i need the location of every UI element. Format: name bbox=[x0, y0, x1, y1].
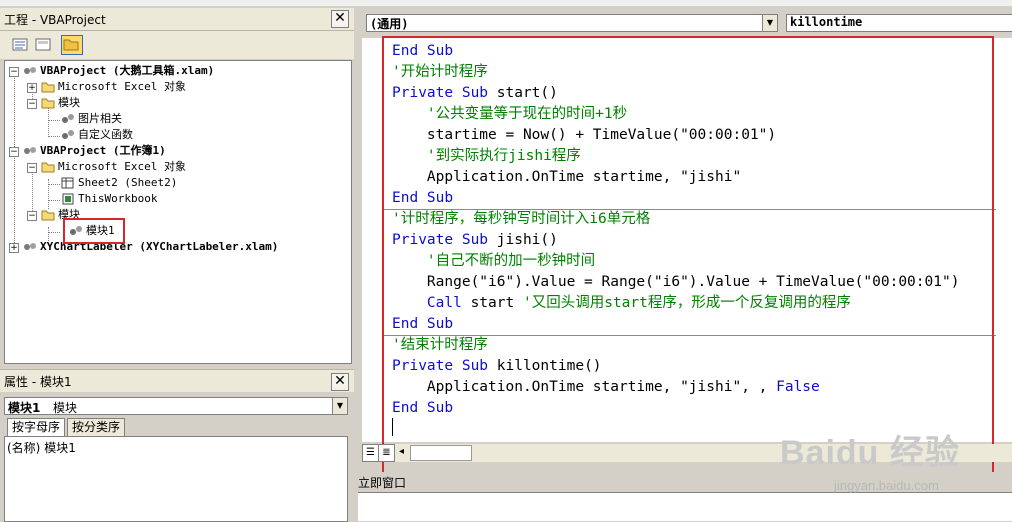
chevron-down-icon[interactable]: ▼ bbox=[332, 398, 347, 414]
tree-node-sheet[interactable]: Sheet2 (Sheet2) bbox=[61, 175, 177, 191]
menu-toolbar-strip bbox=[0, 0, 1012, 6]
module1-highlight-box bbox=[63, 218, 125, 244]
folder-open-icon bbox=[41, 210, 55, 221]
expand-toggle[interactable]: + bbox=[27, 83, 37, 93]
tree-node-project[interactable]: XYChartLabeler (XYChartLabeler.xlam) bbox=[23, 239, 278, 255]
module-icon bbox=[62, 114, 74, 123]
collapse-toggle[interactable]: − bbox=[9, 147, 19, 157]
tree-node-folder[interactable]: 模块 bbox=[41, 95, 80, 111]
full-module-view-button[interactable]: ≣ bbox=[378, 444, 395, 462]
project-tree: − VBAProject (大鹅工具箱.xlam) + Microsoft Ex… bbox=[4, 60, 352, 364]
tree-node-module[interactable]: 自定义函数 bbox=[61, 127, 133, 143]
module-icon bbox=[62, 130, 74, 139]
tab-alphabetic[interactable]: 按字母序 bbox=[7, 418, 66, 436]
collapse-toggle[interactable]: − bbox=[27, 163, 37, 173]
vba-project-icon bbox=[24, 147, 36, 154]
view-object-button[interactable] bbox=[33, 36, 55, 56]
close-icon[interactable]: ✕ bbox=[331, 373, 349, 391]
collapse-toggle[interactable]: − bbox=[9, 67, 19, 77]
procedure-combo[interactable]: killontime bbox=[786, 14, 1012, 32]
properties-panel-title: 属性 - 模块1 bbox=[4, 375, 72, 389]
properties-grid: (名称) 模块1 bbox=[4, 436, 348, 522]
view-code-button[interactable] bbox=[10, 36, 32, 56]
code-window-header: (通用) ▼ killontime bbox=[358, 8, 1012, 38]
folder-icon bbox=[41, 82, 55, 93]
vba-project-icon bbox=[24, 243, 36, 250]
scroll-thumb[interactable] bbox=[410, 445, 472, 461]
expand-toggle[interactable]: + bbox=[9, 243, 19, 253]
project-panel-titlebar: 工程 - VBAProject ✕ bbox=[0, 8, 354, 31]
collapse-toggle[interactable]: − bbox=[27, 99, 37, 109]
folder-open-icon bbox=[41, 162, 55, 173]
project-panel-title: 工程 - VBAProject bbox=[4, 13, 106, 27]
view-object-icon bbox=[35, 38, 51, 51]
tree-node-workbook[interactable]: ThisWorkbook bbox=[61, 191, 157, 207]
chevron-down-icon[interactable]: ▼ bbox=[762, 15, 777, 31]
scroll-left-icon[interactable]: ◂ bbox=[394, 444, 409, 460]
watermark-url: jingyan.baidu.com bbox=[834, 478, 939, 493]
properties-panel-titlebar: 属性 - 模块1 ✕ bbox=[0, 369, 354, 392]
tree-node-folder[interactable]: Microsoft Excel 对象 bbox=[41, 159, 186, 175]
code-margin bbox=[362, 38, 383, 442]
view-code-icon bbox=[12, 38, 28, 51]
tree-node-project[interactable]: VBAProject (工作簿1) bbox=[23, 143, 166, 159]
project-toolbar bbox=[0, 31, 354, 89]
collapse-toggle[interactable]: − bbox=[27, 211, 37, 221]
workbook-icon bbox=[62, 193, 74, 205]
immediate-window-title: 立即窗口 bbox=[358, 476, 407, 490]
tree-node-project[interactable]: VBAProject (大鹅工具箱.xlam) bbox=[23, 63, 214, 79]
tree-node-folder[interactable]: Microsoft Excel 对象 bbox=[41, 79, 186, 95]
folder-icon bbox=[63, 39, 79, 51]
object-type: 模块 bbox=[53, 401, 78, 415]
property-row-name[interactable]: (名称) 模块1 bbox=[7, 439, 76, 456]
object-name: 模块1 bbox=[8, 401, 41, 415]
immediate-window[interactable] bbox=[358, 492, 1012, 521]
code-highlight-box bbox=[382, 36, 994, 486]
object-combo[interactable]: (通用) ▼ bbox=[366, 14, 778, 32]
watermark-brand: Baidu 经验 bbox=[780, 434, 960, 472]
object-select[interactable]: 模块1 模块 ▼ bbox=[4, 397, 348, 415]
folder-open-icon bbox=[41, 98, 55, 109]
sheet-icon bbox=[61, 177, 74, 189]
procedure-view-button[interactable]: ☰ bbox=[362, 444, 379, 462]
tab-categorized[interactable]: 按分类序 bbox=[67, 418, 126, 436]
vba-project-icon bbox=[24, 67, 36, 74]
tree-node-module[interactable]: 图片相关 bbox=[61, 111, 122, 127]
toggle-folders-button[interactable] bbox=[61, 35, 83, 55]
close-icon[interactable]: ✕ bbox=[331, 10, 349, 28]
